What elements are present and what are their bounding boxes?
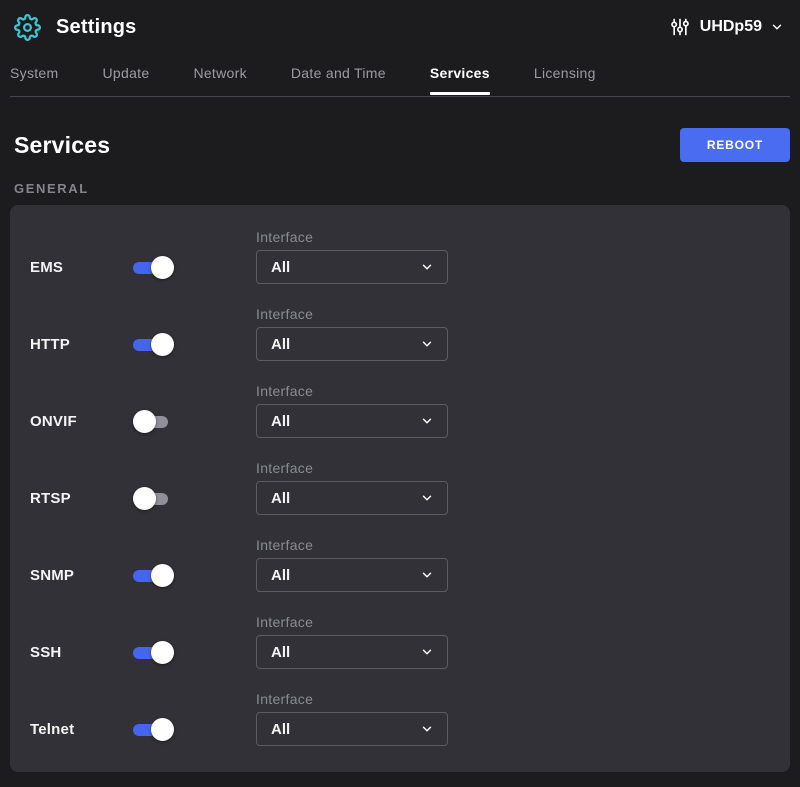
service-row-rtsp: RTSP Interface All — [30, 460, 770, 515]
onvif-toggle[interactable] — [133, 410, 174, 433]
chevron-down-icon — [420, 645, 434, 659]
service-row-ems: EMS Interface All — [30, 229, 770, 284]
service-name: SNMP — [30, 567, 133, 584]
service-row-snmp: SNMP Interface All — [30, 537, 770, 592]
chevron-down-icon — [420, 722, 434, 736]
service-name: HTTP — [30, 336, 133, 353]
tab-services[interactable]: Services — [430, 59, 490, 96]
select-value: All — [271, 567, 290, 584]
sliders-icon — [670, 17, 690, 37]
service-name: ONVIF — [30, 413, 133, 430]
interface-label: Interface — [256, 229, 448, 245]
ssh-toggle[interactable] — [133, 641, 174, 664]
device-name: UHDp59 — [700, 18, 762, 36]
service-row-telnet: Telnet Interface All — [30, 691, 770, 746]
service-row-onvif: ONVIF Interface All — [30, 383, 770, 438]
http-interface-select[interactable]: All — [256, 327, 448, 361]
select-value: All — [271, 490, 290, 507]
settings-tab-bar: System Update Network Date and Time Serv… — [10, 54, 790, 97]
gear-icon — [14, 14, 41, 41]
select-value: All — [271, 259, 290, 276]
chevron-down-icon — [420, 568, 434, 582]
rtsp-toggle[interactable] — [133, 487, 174, 510]
service-name: SSH — [30, 644, 133, 661]
tab-network[interactable]: Network — [193, 59, 246, 96]
tab-date-and-time[interactable]: Date and Time — [291, 59, 386, 96]
chevron-down-icon — [420, 260, 434, 274]
app-header: Settings UHDp59 — [0, 0, 800, 54]
page-header-title: Settings — [56, 16, 137, 39]
tab-update[interactable]: Update — [102, 59, 149, 96]
section-label-general: GENERAL — [14, 181, 786, 196]
interface-label: Interface — [256, 614, 448, 630]
select-value: All — [271, 644, 290, 661]
chevron-down-icon — [420, 491, 434, 505]
select-value: All — [271, 336, 290, 353]
tab-system[interactable]: System — [10, 59, 58, 96]
header-left: Settings — [14, 14, 137, 41]
interface-label: Interface — [256, 691, 448, 707]
reboot-button[interactable]: REBOOT — [680, 128, 790, 162]
telnet-toggle[interactable] — [133, 718, 174, 741]
snmp-interface-select[interactable]: All — [256, 558, 448, 592]
interface-label: Interface — [256, 383, 448, 399]
snmp-toggle[interactable] — [133, 564, 174, 587]
tab-licensing[interactable]: Licensing — [534, 59, 596, 96]
chevron-down-icon — [420, 414, 434, 428]
page-title: Services — [14, 132, 110, 159]
chevron-down-icon — [420, 337, 434, 351]
service-name: RTSP — [30, 490, 133, 507]
rtsp-interface-select[interactable]: All — [256, 481, 448, 515]
onvif-interface-select[interactable]: All — [256, 404, 448, 438]
telnet-interface-select[interactable]: All — [256, 712, 448, 746]
service-row-ssh: SSH Interface All — [30, 614, 770, 669]
select-value: All — [271, 413, 290, 430]
http-toggle[interactable] — [133, 333, 174, 356]
service-name: Telnet — [30, 721, 133, 738]
ssh-interface-select[interactable]: All — [256, 635, 448, 669]
page-heading: Services REBOOT — [14, 128, 790, 162]
service-row-http: HTTP Interface All — [30, 306, 770, 361]
service-name: EMS — [30, 259, 133, 276]
interface-label: Interface — [256, 537, 448, 553]
ems-interface-select[interactable]: All — [256, 250, 448, 284]
interface-label: Interface — [256, 460, 448, 476]
select-value: All — [271, 721, 290, 738]
services-card: EMS Interface All HTTP Interface All ONV… — [10, 205, 790, 772]
interface-label: Interface — [256, 306, 448, 322]
chevron-down-icon — [770, 20, 784, 34]
device-selector[interactable]: UHDp59 — [670, 17, 784, 37]
ems-toggle[interactable] — [133, 256, 174, 279]
